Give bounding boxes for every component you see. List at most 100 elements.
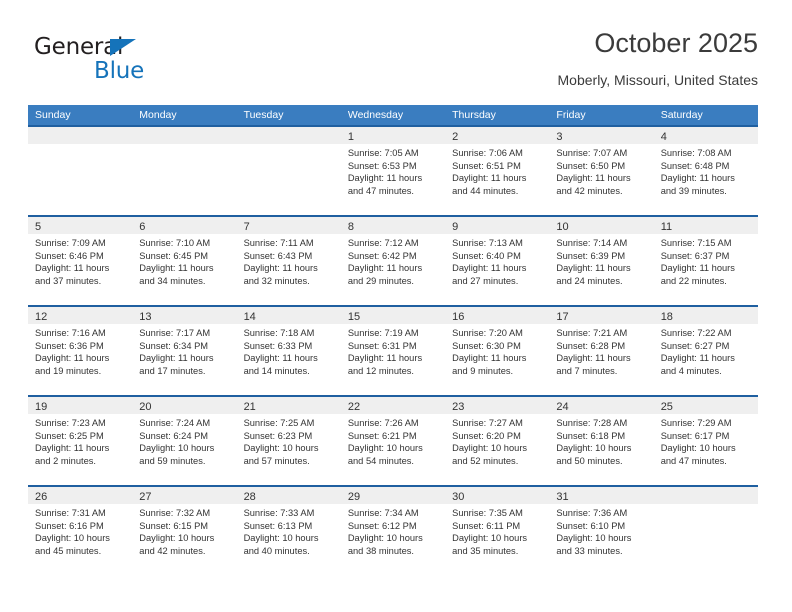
calendar-day-cell[interactable]: 11 Sunrise: 7:15 AM Sunset: 6:37 PM Dayligh…	[653, 217, 758, 305]
daylight-text: Daylight: 11 hours and 22 minutes.	[660, 263, 735, 286]
sunset-text: Sunset: 6:42 PM	[347, 250, 417, 261]
sunrise-text: Sunrise: 7:32 AM	[139, 508, 211, 518]
calendar-day-cell[interactable]: 10 Sunrise: 7:14 AM Sunset: 6:39 PM Dayligh…	[549, 217, 654, 305]
daylight-text: Daylight: 11 hours and 44 minutes.	[452, 173, 527, 196]
sunrise-text: Sunrise: 7:18 AM	[243, 328, 315, 338]
day-details: Sunrise: 7:22 AM Sunset: 6:27 PM Daylight:…	[654, 324, 758, 377]
calendar-day-cell[interactable]: 28 Sunrise: 7:33 AM Sunset: 6:13 PM Dayligh…	[236, 487, 341, 575]
daylight-text: Daylight: 10 hours and 45 minutes.	[35, 533, 110, 556]
calendar-day-cell-empty	[132, 127, 237, 215]
day-number: 18	[660, 311, 673, 323]
day-number: 15	[347, 311, 361, 323]
sunrise-text: Sunrise: 7:36 AM	[556, 508, 628, 518]
weekday-header-thursday: Thursday	[452, 109, 496, 121]
weekday-header-monday: Monday	[139, 109, 177, 121]
general-blue-logo[interactable]: General Blue	[34, 34, 174, 90]
day-number: 30	[452, 491, 465, 503]
sunrise-text: Sunrise: 7:22 AM	[660, 328, 732, 338]
day-number: 9	[452, 221, 459, 233]
day-details: Sunrise: 7:23 AM Sunset: 6:25 PM Daylight:…	[28, 414, 132, 467]
day-number-band: 8	[340, 217, 446, 234]
calendar-day-cell[interactable]: 14 Sunrise: 7:18 AM Sunset: 6:33 PM Dayligh…	[236, 307, 341, 395]
sunset-text: Sunset: 6:39 PM	[556, 250, 626, 261]
sunrise-text: Sunrise: 7:27 AM	[452, 418, 523, 428]
daylight-text: Daylight: 11 hours and 34 minutes.	[139, 263, 214, 286]
day-number: 3	[556, 131, 563, 143]
calendar-day-cell[interactable]: 17 Sunrise: 7:21 AM Sunset: 6:28 PM Dayligh…	[549, 307, 654, 395]
calendar-week-row: 1 Sunrise: 7:05 AM Sunset: 6:53 PM Daylight…	[28, 125, 758, 215]
sunrise-text: Sunrise: 7:24 AM	[139, 418, 211, 428]
day-number: 7	[243, 221, 250, 233]
triangle-icon	[110, 39, 136, 56]
sunset-text: Sunset: 6:28 PM	[556, 340, 626, 351]
sunset-text: Sunset: 6:30 PM	[452, 340, 521, 351]
daylight-text: Daylight: 11 hours and 32 minutes.	[243, 263, 318, 286]
sunset-text: Sunset: 6:36 PM	[35, 340, 104, 351]
day-details: Sunrise: 7:16 AM Sunset: 6:36 PM Daylight:…	[28, 324, 132, 377]
day-details: Sunrise: 7:35 AM Sunset: 6:11 PM Daylight:…	[445, 504, 549, 557]
day-number-band: 15	[340, 307, 446, 324]
day-number-band: 31	[549, 487, 654, 504]
sunrise-text: Sunrise: 7:08 AM	[660, 148, 732, 158]
daylight-text: Daylight: 11 hours and 42 minutes.	[556, 173, 631, 196]
sunset-text: Sunset: 6:18 PM	[556, 430, 626, 441]
sunset-text: Sunset: 6:53 PM	[347, 160, 417, 171]
day-number: 17	[556, 311, 569, 323]
calendar-day-cell[interactable]: 6 Sunrise: 7:10 AM Sunset: 6:45 PM Daylight…	[132, 217, 237, 305]
day-number-band: 13	[132, 307, 237, 324]
daylight-text: Daylight: 10 hours and 50 minutes.	[556, 443, 632, 466]
sunrise-text: Sunrise: 7:14 AM	[556, 238, 628, 248]
day-number: 5	[35, 221, 42, 233]
calendar-day-cell[interactable]: 13 Sunrise: 7:17 AM Sunset: 6:34 PM Dayligh…	[132, 307, 237, 395]
calendar-day-cell[interactable]: 9 Sunrise: 7:13 AM Sunset: 6:40 PM Daylight…	[445, 217, 550, 305]
day-number-band: 19	[28, 397, 133, 414]
calendar-day-cell[interactable]: 5 Sunrise: 7:09 AM Sunset: 6:46 PM Daylight…	[28, 217, 133, 305]
calendar-day-cell[interactable]: 18 Sunrise: 7:22 AM Sunset: 6:27 PM Dayligh…	[653, 307, 758, 395]
day-number-band: 5	[28, 217, 133, 234]
calendar-day-cell[interactable]: 30 Sunrise: 7:35 AM Sunset: 6:11 PM Dayligh…	[445, 487, 550, 575]
calendar-day-cell[interactable]: 26 Sunrise: 7:31 AM Sunset: 6:16 PM Dayligh…	[28, 487, 133, 575]
sunrise-text: Sunrise: 7:23 AM	[35, 418, 106, 428]
calendar-day-cell[interactable]: 15 Sunrise: 7:19 AM Sunset: 6:31 PM Dayligh…	[340, 307, 446, 395]
calendar-day-cell[interactable]: 8 Sunrise: 7:12 AM Sunset: 6:42 PM Daylight…	[340, 217, 446, 305]
sunset-text: Sunset: 6:16 PM	[35, 520, 104, 531]
calendar-day-cell[interactable]: 31 Sunrise: 7:36 AM Sunset: 6:10 PM Dayligh…	[549, 487, 654, 575]
sunset-text: Sunset: 6:48 PM	[660, 160, 730, 171]
calendar-day-cell[interactable]: 21 Sunrise: 7:25 AM Sunset: 6:23 PM Dayligh…	[236, 397, 341, 485]
day-details: Sunrise: 7:13 AM Sunset: 6:40 PM Daylight:…	[445, 234, 549, 287]
calendar-day-cell[interactable]: 4 Sunrise: 7:08 AM Sunset: 6:48 PM Daylight…	[653, 127, 758, 215]
day-number-band: 11	[653, 217, 758, 234]
day-number-band: 10	[549, 217, 654, 234]
calendar-day-cell[interactable]: 1 Sunrise: 7:05 AM Sunset: 6:53 PM Daylight…	[340, 127, 446, 215]
day-number: 4	[660, 131, 667, 143]
day-details: Sunrise: 7:34 AM Sunset: 6:12 PM Daylight:…	[341, 504, 445, 557]
calendar-day-cell[interactable]: 19 Sunrise: 7:23 AM Sunset: 6:25 PM Dayligh…	[28, 397, 133, 485]
calendar-day-cell[interactable]: 7 Sunrise: 7:11 AM Sunset: 6:43 PM Daylight…	[236, 217, 341, 305]
calendar-day-cell[interactable]: 23 Sunrise: 7:27 AM Sunset: 6:20 PM Dayligh…	[445, 397, 550, 485]
calendar-day-cell[interactable]: 3 Sunrise: 7:07 AM Sunset: 6:50 PM Daylight…	[549, 127, 654, 215]
sunrise-text: Sunrise: 7:15 AM	[660, 238, 732, 248]
calendar-day-cell[interactable]: 20 Sunrise: 7:24 AM Sunset: 6:24 PM Dayligh…	[132, 397, 237, 485]
daylight-text: Daylight: 10 hours and 33 minutes.	[556, 533, 632, 556]
sunset-text: Sunset: 6:11 PM	[452, 520, 521, 531]
sunrise-text: Sunrise: 7:34 AM	[347, 508, 419, 518]
calendar-day-cell[interactable]: 24 Sunrise: 7:28 AM Sunset: 6:18 PM Dayligh…	[549, 397, 654, 485]
daylight-text: Daylight: 10 hours and 40 minutes.	[243, 533, 319, 556]
day-details: Sunrise: 7:28 AM Sunset: 6:18 PM Daylight:…	[549, 414, 653, 467]
calendar-day-cell[interactable]: 16 Sunrise: 7:20 AM Sunset: 6:30 PM Dayligh…	[445, 307, 550, 395]
day-details: Sunrise: 7:08 AM Sunset: 6:48 PM Daylight:…	[654, 144, 758, 197]
calendar-day-cell[interactable]: 22 Sunrise: 7:26 AM Sunset: 6:21 PM Dayligh…	[340, 397, 446, 485]
calendar-day-cell[interactable]: 27 Sunrise: 7:32 AM Sunset: 6:15 PM Dayligh…	[132, 487, 237, 575]
daylight-text: Daylight: 11 hours and 47 minutes.	[347, 173, 423, 196]
sunset-text: Sunset: 6:21 PM	[347, 430, 417, 441]
sunset-text: Sunset: 6:17 PM	[660, 430, 730, 441]
calendar-day-cell[interactable]: 12 Sunrise: 7:16 AM Sunset: 6:36 PM Dayligh…	[28, 307, 133, 395]
calendar-week-row: 5 Sunrise: 7:09 AM Sunset: 6:46 PM Daylight…	[28, 215, 758, 305]
calendar-day-cell[interactable]: 29 Sunrise: 7:34 AM Sunset: 6:12 PM Dayligh…	[340, 487, 446, 575]
calendar-day-cell[interactable]: 25 Sunrise: 7:29 AM Sunset: 6:17 PM Dayligh…	[653, 397, 758, 485]
calendar-day-cell[interactable]: 2 Sunrise: 7:06 AM Sunset: 6:51 PM Daylight…	[445, 127, 550, 215]
day-details: Sunrise: 7:19 AM Sunset: 6:31 PM Daylight:…	[341, 324, 445, 377]
day-number-band: 20	[132, 397, 237, 414]
day-details: Sunrise: 7:33 AM Sunset: 6:13 PM Daylight:…	[237, 504, 341, 557]
day-number-band: 28	[236, 487, 341, 504]
